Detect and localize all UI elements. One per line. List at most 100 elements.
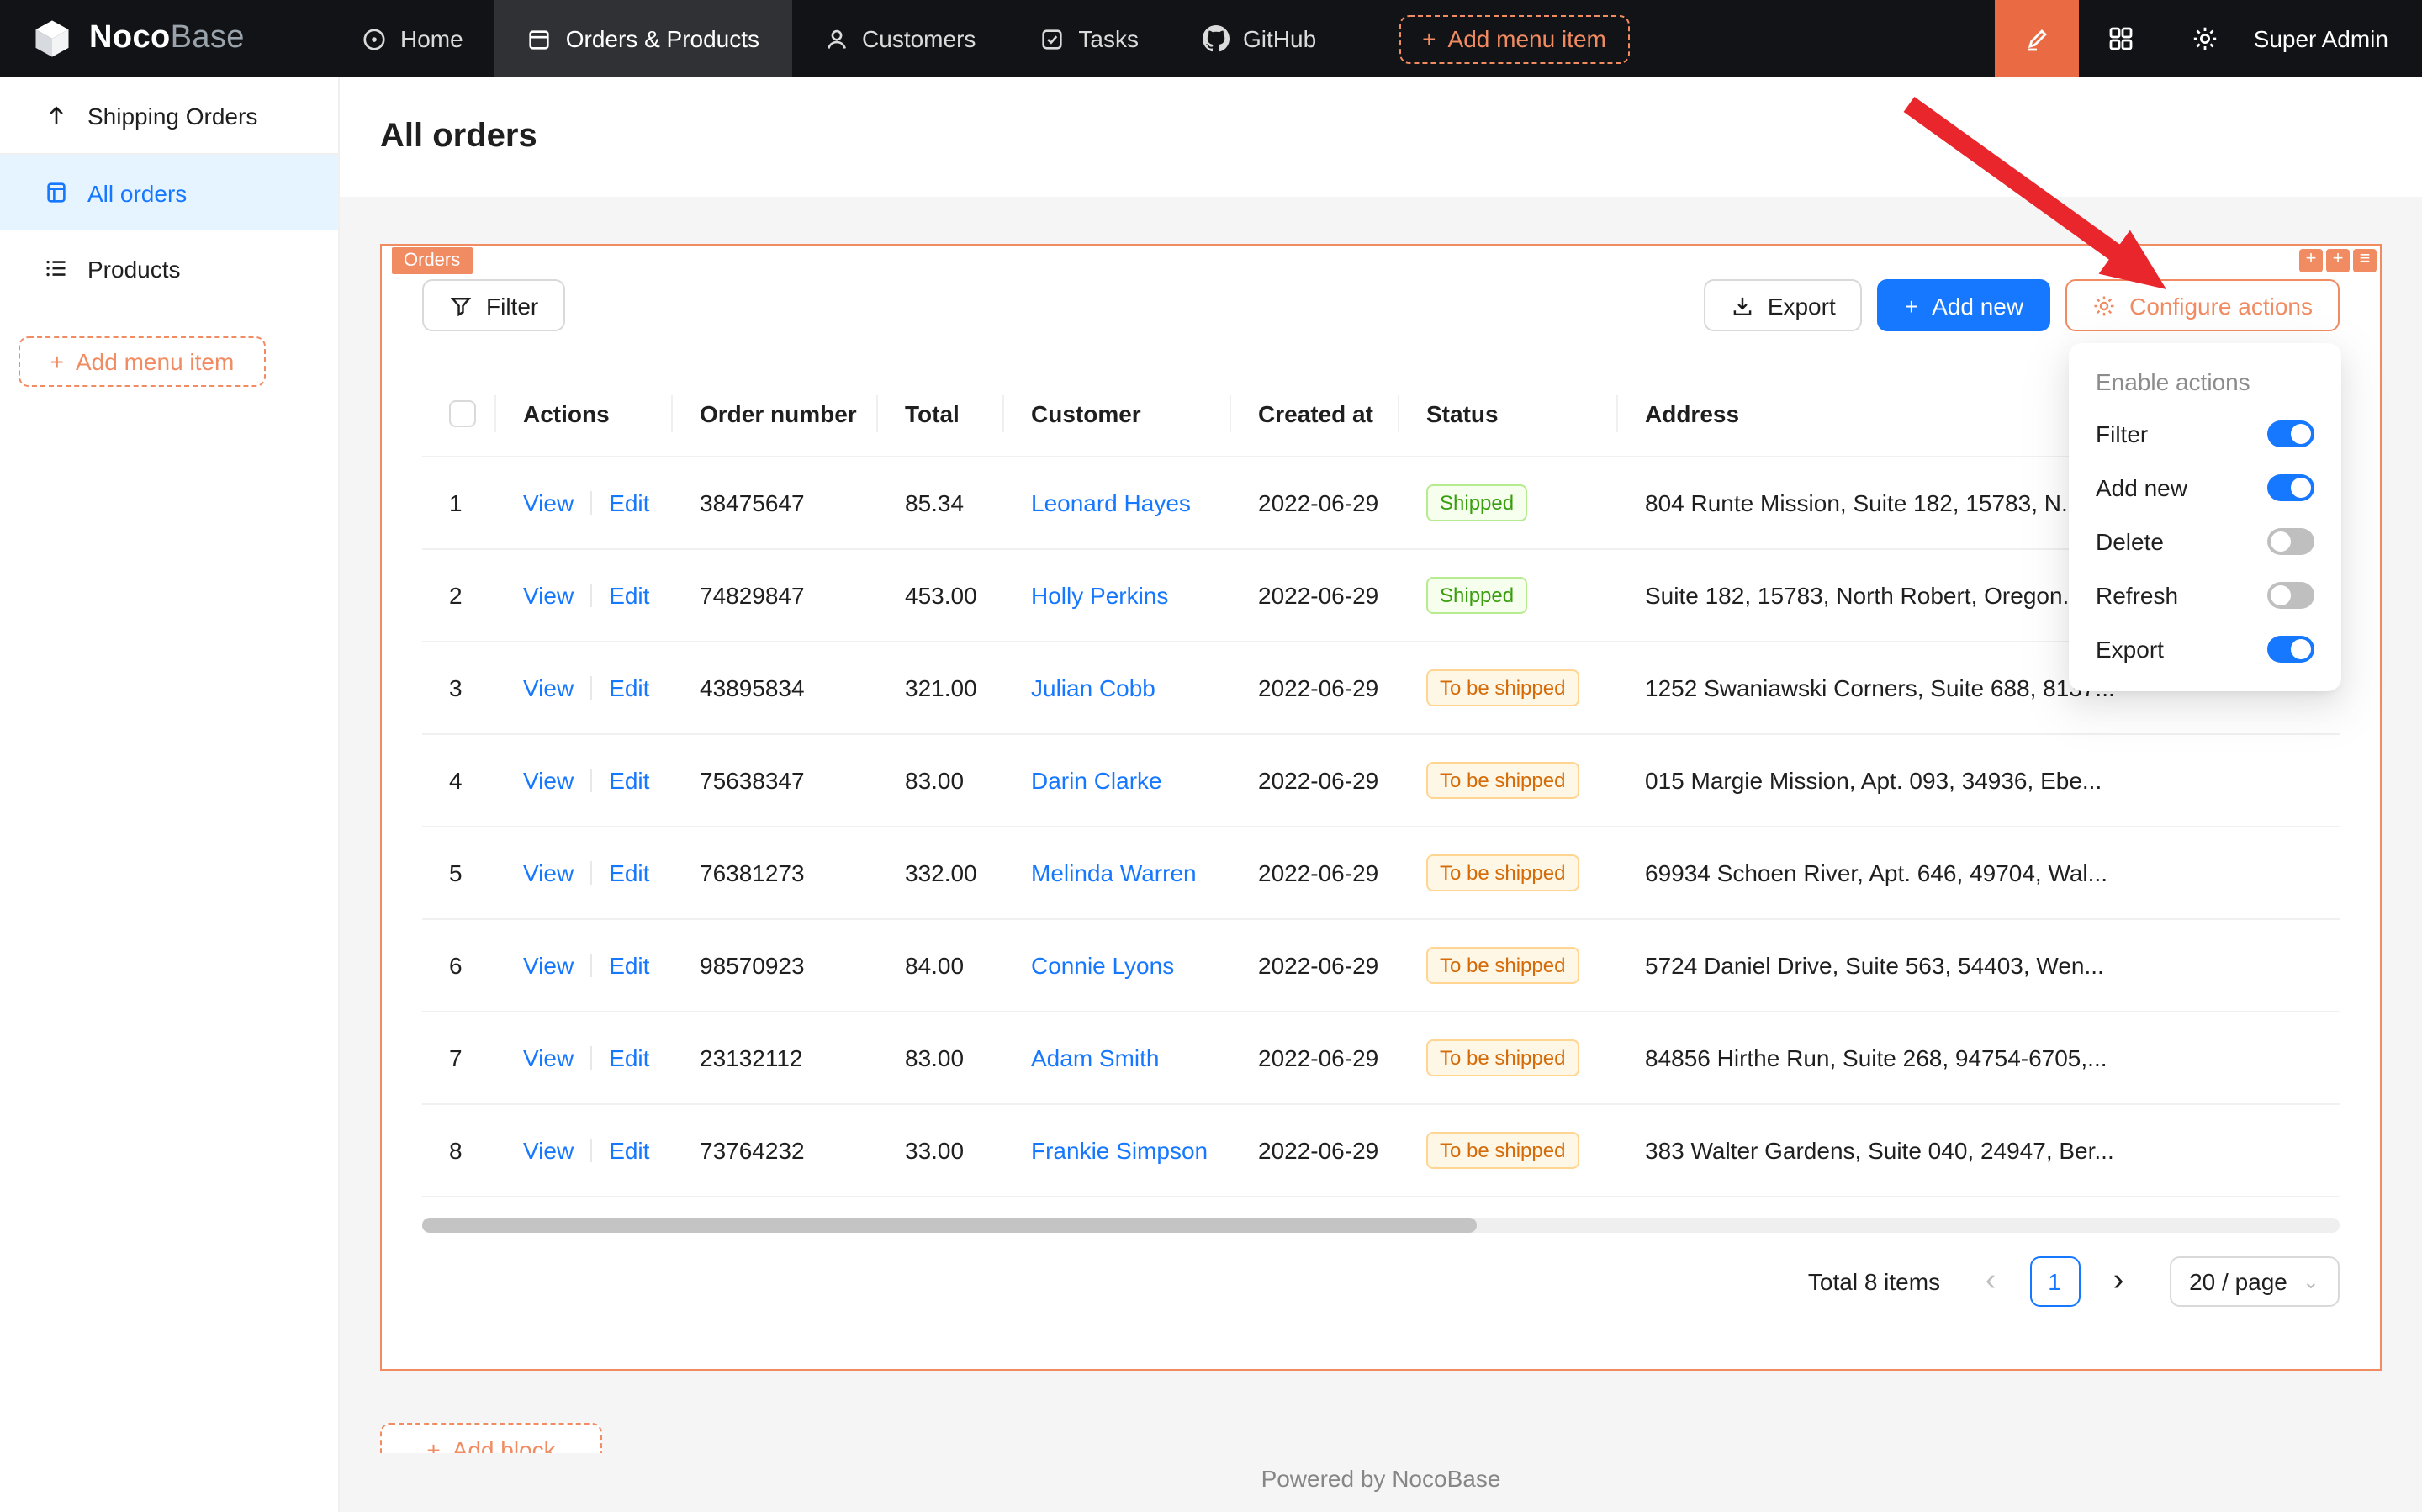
row-index[interactable]: 4 [449, 766, 463, 793]
block-menu-icon[interactable]: ≡ [2353, 249, 2377, 272]
pagination-prev-button[interactable]: ‹ [1965, 1256, 2016, 1306]
customer-link[interactable]: Holly Perkins [1031, 581, 1168, 608]
table-row: 5 ViewEdit 76381273 332.00 Melinda Warre… [422, 826, 2340, 918]
nav-item-github[interactable]: GitHub [1171, 0, 1348, 77]
customer-link[interactable]: Leonard Hayes [1031, 489, 1191, 515]
table-row: 3 ViewEdit 43895834 321.00 Julian Cobb 2… [422, 641, 2340, 733]
address-cell: 69934 Schoen River, Apt. 646, 49704, Wal… [1618, 826, 2340, 918]
filter-button[interactable]: Filter [422, 279, 565, 331]
sidebar-item-shipping-orders[interactable]: Shipping Orders [0, 77, 338, 153]
filter-icon [449, 293, 473, 317]
dropdown-item[interactable]: Refresh [2069, 568, 2341, 622]
gear-icon [2192, 25, 2218, 52]
plugin-manager-button[interactable] [2079, 0, 2163, 77]
order-number-cell: 73764232 [673, 1103, 878, 1196]
export-button[interactable]: Export [1704, 279, 1863, 331]
column-header-total[interactable]: Total [878, 372, 1004, 456]
select-all-checkbox[interactable] [449, 401, 476, 428]
column-header-actions[interactable]: Actions [496, 372, 673, 456]
row-index[interactable]: 8 [449, 1136, 463, 1163]
row-index[interactable]: 7 [449, 1044, 463, 1071]
total-cell: 453.00 [878, 548, 1004, 641]
view-link[interactable]: View [523, 489, 574, 515]
add-block-button[interactable]: + Add block [380, 1423, 602, 1453]
row-index[interactable]: 6 [449, 951, 463, 978]
toggle-switch[interactable] [2267, 474, 2314, 501]
nav-item-customers[interactable]: Customers [791, 0, 1007, 77]
row-index[interactable]: 3 [449, 674, 463, 700]
plus-icon: + [1905, 292, 1918, 319]
view-link[interactable]: View [523, 581, 574, 608]
nav-item-tasks[interactable]: Tasks [1007, 0, 1171, 77]
view-link[interactable]: View [523, 951, 574, 978]
order-number-cell: 98570923 [673, 918, 878, 1011]
add-menu-item-button-header[interactable]: + Add menu item [1399, 14, 1630, 63]
action-divider [590, 860, 592, 884]
sidebar: Shipping Orders All orders Products + Ad… [0, 77, 340, 1512]
block-add-icon[interactable]: + [2299, 249, 2323, 272]
column-header-created-at[interactable]: Created at [1231, 372, 1399, 456]
row-index[interactable]: 1 [449, 489, 463, 515]
customer-link[interactable]: Melinda Warren [1031, 859, 1197, 886]
dropdown-item[interactable]: Add new [2069, 461, 2341, 515]
toggle-switch[interactable] [2267, 420, 2314, 447]
view-link[interactable]: View [523, 766, 574, 793]
edit-link[interactable]: Edit [609, 489, 649, 515]
block-add-icon[interactable]: + [2326, 249, 2350, 272]
action-divider [590, 1045, 592, 1069]
view-link[interactable]: View [523, 859, 574, 886]
customer-link[interactable]: Julian Cobb [1031, 674, 1155, 700]
view-link[interactable]: View [523, 674, 574, 700]
view-link[interactable]: View [523, 1044, 574, 1071]
switch-knob [2291, 639, 2311, 659]
nocobase-logo[interactable]: NocoBase [0, 0, 330, 77]
nav-item-home[interactable]: Home [330, 0, 495, 77]
edit-link[interactable]: Edit [609, 859, 649, 886]
scrollbar-thumb[interactable] [422, 1217, 1477, 1232]
edit-link[interactable]: Edit [609, 674, 649, 700]
edit-link[interactable]: Edit [609, 766, 649, 793]
toggle-switch[interactable] [2267, 636, 2314, 663]
status-badge: To be shipped [1426, 761, 1579, 798]
dropdown-item[interactable]: Export [2069, 622, 2341, 676]
chevron-left-icon: ‹ [1986, 1265, 1996, 1297]
sidebar-item-label: All orders [87, 179, 187, 206]
add-menu-item-button-sidebar[interactable]: + Add menu item [19, 336, 266, 387]
settings-button[interactable] [2163, 0, 2247, 77]
footer-text: Powered by NocoBase [1261, 1465, 1501, 1492]
dropdown-item[interactable]: Filter [2069, 407, 2341, 461]
configure-actions-button[interactable]: Configure actions [2065, 279, 2340, 331]
column-header-customer[interactable]: Customer [1004, 372, 1231, 456]
toggle-switch[interactable] [2267, 582, 2314, 609]
edit-link[interactable]: Edit [609, 1136, 649, 1163]
sidebar-item-all-orders[interactable]: All orders [0, 155, 338, 230]
customer-link[interactable]: Frankie Simpson [1031, 1136, 1208, 1163]
edit-link[interactable]: Edit [609, 951, 649, 978]
sidebar-item-products[interactable]: Products [0, 230, 338, 306]
pagination-page-1[interactable]: 1 [2029, 1256, 2080, 1306]
created-at-cell: 2022-06-29 [1231, 733, 1399, 826]
column-header-status[interactable]: Status [1399, 372, 1618, 456]
edit-link[interactable]: Edit [609, 1044, 649, 1071]
column-header-order-number[interactable]: Order number [673, 372, 878, 456]
header-right: Super Admin [1995, 0, 2422, 77]
view-link[interactable]: View [523, 1136, 574, 1163]
pagination-next-button[interactable]: › [2093, 1256, 2144, 1306]
arrow-up-icon [42, 103, 69, 128]
customer-link[interactable]: Darin Clarke [1031, 766, 1162, 793]
nav-item-orders-products[interactable]: Orders & Products [495, 0, 791, 77]
status-badge: To be shipped [1426, 1131, 1579, 1168]
toggle-switch[interactable] [2267, 528, 2314, 555]
add-new-button[interactable]: + Add new [1878, 279, 2050, 331]
user-menu[interactable]: Super Admin [2247, 0, 2422, 77]
customer-link[interactable]: Adam Smith [1031, 1044, 1160, 1071]
table-row: 4 ViewEdit 75638347 83.00 Darin Clarke 2… [422, 733, 2340, 826]
customer-link[interactable]: Connie Lyons [1031, 951, 1174, 978]
edit-link[interactable]: Edit [609, 581, 649, 608]
page-size-select[interactable]: 20 / page ⌄ [2169, 1256, 2340, 1306]
dropdown-item[interactable]: Delete [2069, 515, 2341, 568]
row-index[interactable]: 5 [449, 859, 463, 886]
customers-icon [823, 26, 849, 51]
row-index[interactable]: 2 [449, 581, 463, 608]
ui-editor-toggle-button[interactable] [1995, 0, 2079, 77]
